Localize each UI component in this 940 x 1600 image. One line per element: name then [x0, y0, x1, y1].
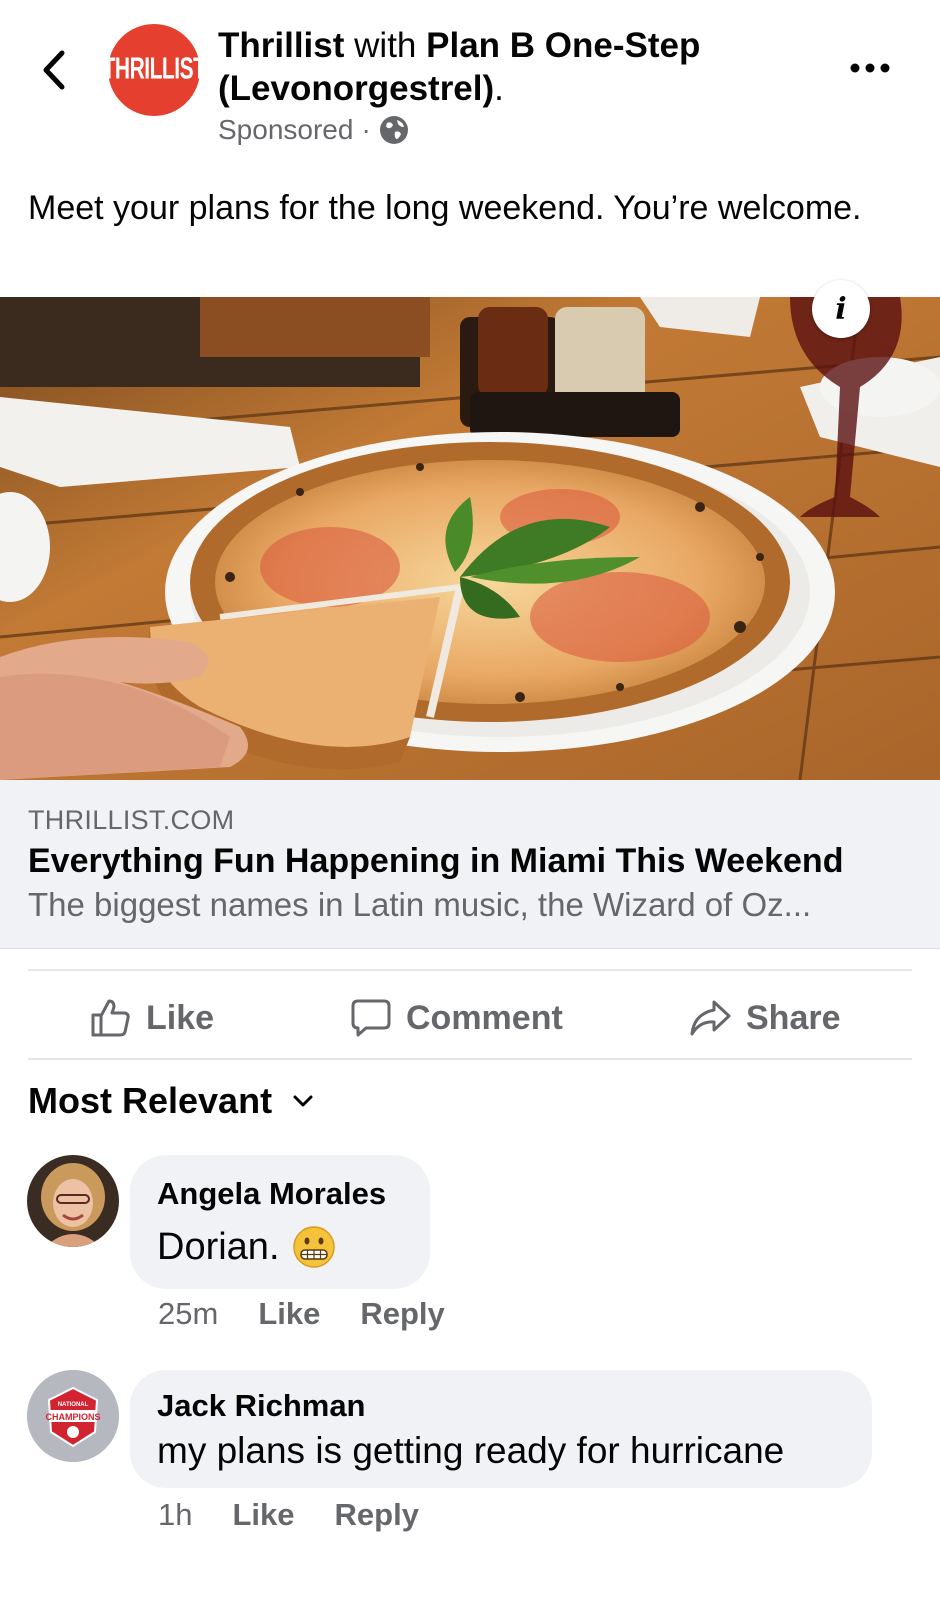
- commenter-avatar[interactable]: CHAMPIONS NATIONAL: [27, 1370, 119, 1462]
- sponsored-row: Sponsored ·: [218, 114, 409, 146]
- title-period: .: [494, 69, 504, 108]
- link-description: The biggest names in Latin music, the Wi…: [28, 886, 812, 923]
- comment-bubble[interactable]: Angela Morales Dorian.: [130, 1155, 430, 1289]
- post-image[interactable]: [0, 297, 940, 780]
- comment-text-row: Dorian.: [157, 1225, 336, 1269]
- comment-reply-link[interactable]: Reply: [335, 1497, 419, 1533]
- post-header-title: Thrillist with Plan B One-Step (Levonorg…: [218, 24, 778, 110]
- page-avatar[interactable]: THRILLIST: [103, 24, 206, 116]
- action-divider-bottom: [28, 1058, 912, 1060]
- meta-separator: ·: [361, 114, 371, 145]
- comment-time[interactable]: 1h: [158, 1497, 192, 1533]
- like-label: Like: [146, 998, 215, 1037]
- thumbs-up-icon: [91, 999, 130, 1037]
- globe-icon: [379, 116, 408, 144]
- commenter-name[interactable]: Jack Richman: [157, 1388, 366, 1424]
- share-icon: [690, 1000, 731, 1036]
- sponsored-label[interactable]: Sponsored: [218, 114, 353, 146]
- comment-meta: 1h Like Reply: [158, 1497, 459, 1533]
- comment-bubble[interactable]: Jack Richman my plans is getting ready f…: [130, 1370, 872, 1488]
- link-title[interactable]: Everything Fun Happening in Miami This W…: [28, 842, 843, 881]
- more-horizontal-icon: [850, 63, 890, 73]
- svg-text:NATIONAL: NATIONAL: [58, 1402, 89, 1408]
- comment-like-link[interactable]: Like: [232, 1497, 294, 1533]
- comment-icon: [351, 999, 391, 1037]
- back-button[interactable]: [28, 42, 78, 98]
- share-button[interactable]: Share: [688, 990, 841, 1046]
- comment-button[interactable]: Comment: [350, 990, 563, 1046]
- comment-like-link[interactable]: Like: [258, 1296, 320, 1332]
- comment-time[interactable]: 25m: [158, 1296, 218, 1332]
- more-options-button[interactable]: [840, 48, 900, 88]
- thrillist-logo: THRILLIST: [102, 52, 206, 86]
- info-icon: i: [835, 291, 847, 327]
- like-button[interactable]: Like: [90, 990, 214, 1046]
- comment-sort-dropdown[interactable]: Most Relevant: [28, 1080, 314, 1122]
- chevron-down-icon: [293, 1095, 313, 1107]
- pizza-photo: [0, 297, 940, 780]
- champions-badge-avatar: CHAMPIONS NATIONAL: [27, 1370, 119, 1462]
- comment-reply-link[interactable]: Reply: [360, 1296, 444, 1332]
- ad-info-button[interactable]: i: [812, 280, 870, 338]
- chevron-left-icon: [43, 50, 65, 90]
- share-label: Share: [746, 998, 841, 1037]
- comment-text: my plans is getting ready for hurricane: [157, 1430, 785, 1471]
- page-name-link[interactable]: Thrillist: [218, 26, 344, 65]
- grimacing-face-emoji: [292, 1226, 335, 1268]
- action-divider-top: [28, 969, 912, 971]
- comment-label: Comment: [406, 998, 563, 1037]
- svg-text:CHAMPIONS: CHAMPIONS: [45, 1412, 100, 1422]
- user-avatar-photo: [27, 1155, 119, 1247]
- sort-label: Most Relevant: [28, 1080, 273, 1121]
- commenter-name[interactable]: Angela Morales: [157, 1176, 386, 1212]
- post-text: Meet your plans for the long weekend. Yo…: [28, 189, 862, 227]
- with-word: with: [354, 26, 417, 65]
- commenter-avatar[interactable]: [27, 1155, 119, 1247]
- comment-meta: 25m Like Reply: [158, 1296, 485, 1332]
- comment-text: Dorian.: [157, 1225, 280, 1268]
- link-domain: THRILLIST.COM: [28, 805, 235, 835]
